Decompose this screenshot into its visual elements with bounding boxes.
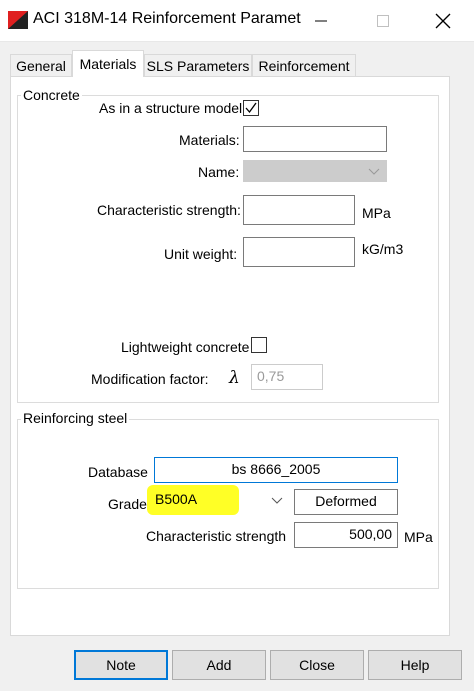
bar-type-field[interactable]: Deformed [294,489,398,515]
help-button[interactable]: Help [368,650,462,680]
modification-factor-label: Modification factor: [91,371,209,387]
unit-weight-unit: kG/m3 [362,241,404,257]
lightweight-concrete-checkbox[interactable] [251,337,267,353]
name-dropdown[interactable] [243,160,387,182]
minimize-icon [315,20,327,22]
maximize-button[interactable] [368,8,398,34]
materials-label: Materials: [179,132,240,148]
close-button[interactable]: Close [270,650,364,680]
note-button[interactable]: Note [74,650,168,680]
database-label: Database [88,464,148,480]
materials-field[interactable] [243,126,387,152]
materials-panel: Concrete As in a structure model Materia… [10,76,450,636]
tab-reinforcement[interactable]: Reinforcement [252,54,356,77]
title-bar: ACI 318M-14 Reinforcement Paramet... [0,0,474,42]
concrete-group-label: Concrete [21,87,82,103]
close-window-button[interactable] [428,8,458,34]
chevron-down-icon [271,497,283,504]
tab-general[interactable]: General [10,54,72,77]
grade-label: Grade [108,496,147,512]
tab-materials[interactable]: Materials [72,50,144,77]
close-icon [435,13,451,29]
lambda-symbol: λ [229,368,240,388]
steel-char-strength-unit: MPa [404,529,433,545]
minimize-button[interactable] [306,8,336,34]
steel-char-strength-label: Characteristic strength [146,528,287,544]
maximize-icon [377,15,389,27]
char-strength-unit: MPa [362,205,391,221]
chevron-down-icon [368,168,380,175]
grade-dropdown[interactable]: B500A [151,488,287,512]
name-label: Name: [198,164,240,180]
unit-weight-field[interactable] [243,237,355,267]
char-strength-label: Characteristic strength: [97,202,241,218]
checkmark-icon [245,102,257,114]
as-in-model-label: As in a structure model [99,100,243,116]
tab-sls-parameters[interactable]: SLS Parameters [144,54,252,77]
add-button[interactable]: Add [172,650,266,680]
as-in-model-checkbox[interactable] [243,100,259,116]
window-title: ACI 318M-14 Reinforcement Paramet... [33,10,301,27]
char-strength-field[interactable] [243,195,355,225]
reinforcing-steel-group-label: Reinforcing steel [21,410,130,426]
unit-weight-label: Unit weight: [164,246,238,262]
lightweight-concrete-label: Lightweight concrete [121,339,250,355]
modification-factor-field[interactable]: 0,75 [251,364,323,390]
app-logo-icon [8,11,28,29]
database-field[interactable]: bs 8666_2005 [154,457,398,483]
steel-char-strength-field[interactable]: 500,00 [294,522,398,548]
